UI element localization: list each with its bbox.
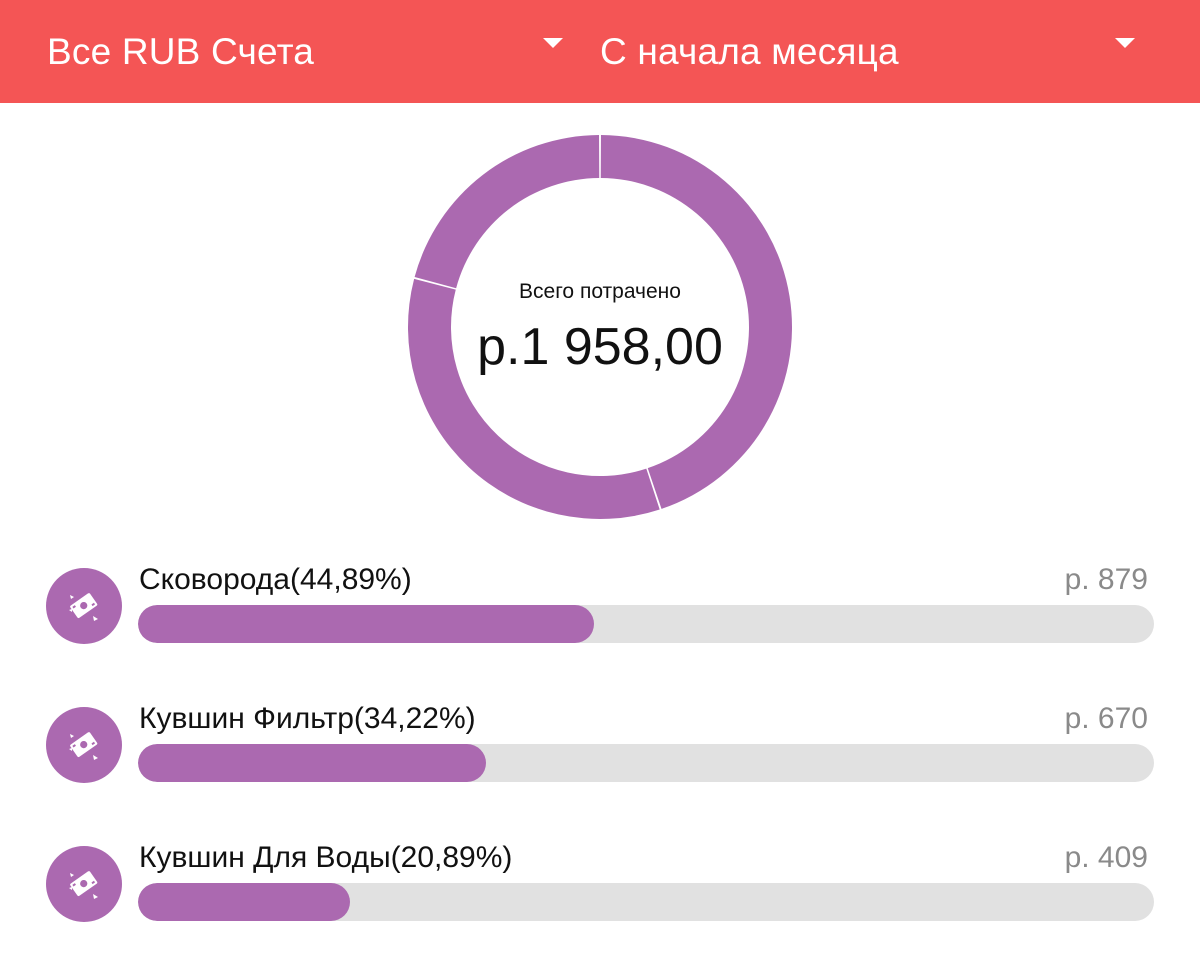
category-progress-fill xyxy=(138,605,595,643)
money-icon xyxy=(69,871,98,899)
category-progress-track xyxy=(138,883,1154,921)
total-spent-caption: Всего потрачено xyxy=(519,280,681,303)
dropdown-arrow-icon xyxy=(1115,38,1135,48)
category-avatar xyxy=(46,707,122,783)
category-progress-track xyxy=(138,744,1154,782)
category-amount: р. 879 xyxy=(1064,563,1148,596)
category-progress-fill xyxy=(138,744,486,782)
period-dropdown-label: С начала месяца xyxy=(600,30,899,72)
category-avatar xyxy=(46,568,122,644)
money-icon xyxy=(69,593,98,621)
accounts-dropdown[interactable]: Все RUB Счета xyxy=(47,0,567,103)
app-header: Все RUB Счета С начала месяца xyxy=(0,0,1200,103)
category-name: Сковорода(44,89%) xyxy=(139,563,412,596)
category-name: Кувшин Фильтр(34,22%) xyxy=(139,702,476,735)
category-row[interactable]: Кувшин Для Воды(20,89%) р. 409 xyxy=(0,826,1200,956)
category-avatar xyxy=(46,846,122,922)
money-icon xyxy=(69,732,98,760)
total-spent-value: р.1 958,00 xyxy=(477,318,723,376)
category-row[interactable]: Кувшин Фильтр(34,22%) р. 670 xyxy=(0,687,1200,817)
accounts-dropdown-label: Все RUB Счета xyxy=(47,30,315,72)
category-progress-track xyxy=(138,605,1154,643)
category-row[interactable]: Сковорода(44,89%) р. 879 xyxy=(0,548,1200,678)
spending-donut-chart: Всего потрачено р.1 958,00 xyxy=(405,132,795,522)
category-name: Кувшин Для Воды(20,89%) xyxy=(139,841,513,874)
donut-center: Всего потрачено р.1 958,00 xyxy=(405,132,795,522)
dropdown-arrow-icon xyxy=(543,38,563,48)
category-progress-fill xyxy=(138,883,351,921)
period-dropdown[interactable]: С начала месяца xyxy=(600,0,1140,103)
category-amount: р. 670 xyxy=(1064,702,1148,735)
category-amount: р. 409 xyxy=(1064,841,1148,874)
